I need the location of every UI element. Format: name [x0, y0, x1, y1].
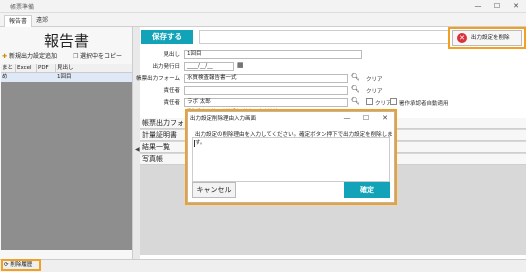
form-input[interactable]: 水質検査報告書一式 [184, 74, 348, 83]
left-pane: 報告書 ✚ 新規出力設定追加 ❐ 選択中をコピー まとめ Excel PDF 見出し… [0, 27, 133, 259]
table-row[interactable]: 1回目 [1, 73, 132, 82]
issue-date-input[interactable]: ____/__/__ [184, 62, 234, 71]
history-icon: ⟳ [4, 262, 9, 268]
field-label-issue-date: 出力発行日 [152, 64, 180, 70]
grid-empty-area [1, 82, 132, 250]
row-cells-empty [1, 73, 56, 82]
manager-input[interactable] [184, 86, 348, 95]
dialog-minimize-icon[interactable]: — [340, 113, 354, 123]
search-icon[interactable]: 🔍︎ [351, 97, 360, 105]
clear-button[interactable]: クリア [366, 75, 383, 83]
settings-grid: まとめ Excel PDF 見出し 1回目 [1, 64, 132, 250]
close-circle-icon: ✕ [457, 33, 467, 43]
copy-selected-label: 選択中をコピー [80, 53, 123, 60]
tab-other[interactable]: 遠郊 [32, 15, 52, 27]
dialog-close-icon[interactable]: ✕ [378, 113, 392, 123]
add-setting-button[interactable]: ✚ 新規出力設定追加 [2, 51, 57, 62]
splitter-arrow-icon[interactable]: ◀ [135, 146, 140, 153]
calendar-icon[interactable]: ▦ [237, 61, 244, 69]
plus-icon: ✚ [2, 53, 8, 60]
col-header-summary[interactable]: まとめ [1, 64, 16, 80]
text-caret [194, 140, 195, 147]
delete-reason-input[interactable] [192, 137, 390, 182]
copy-selected-button[interactable]: ❐ 選択中をコピー [73, 51, 122, 62]
title-bar: 帳票準備 — ☐ ✕ [0, 0, 526, 13]
col-header-pdf[interactable]: PDF [37, 64, 56, 72]
clear-checkbox[interactable] [366, 98, 373, 105]
save-button[interactable]: 保存する [141, 30, 193, 44]
delete-setting-button[interactable]: ✕ 出力設定を削除 [452, 30, 522, 46]
heading-input[interactable]: 1回目 [184, 50, 362, 59]
clear-button[interactable]: クリア [366, 87, 383, 95]
search-icon[interactable]: 🔍︎ [351, 85, 360, 93]
field-label-form: 帳票出力フォーム [136, 76, 180, 82]
delete-setting-label: 出力設定を削除 [471, 35, 510, 41]
tab-bar: 報告書 遠郊 [0, 13, 526, 27]
col-header-excel[interactable]: Excel [16, 64, 37, 72]
maximize-icon[interactable]: ☐ [490, 1, 504, 11]
grid-header: まとめ Excel PDF 見出し [1, 64, 132, 80]
field-label-manager: 責任者 [163, 88, 180, 94]
field-label-responsible: 責任者 [163, 100, 180, 106]
auto-apply-checkbox[interactable] [390, 98, 397, 105]
delete-history-button[interactable]: ⟳ 削除履歴 [4, 261, 32, 269]
confirm-button[interactable]: 確定 [344, 182, 390, 198]
responsible-input[interactable]: ラボ 太郎 [184, 98, 348, 107]
close-icon[interactable]: ✕ [509, 1, 523, 11]
minimize-icon[interactable]: — [471, 1, 485, 11]
dialog-maximize-icon[interactable]: ☐ [359, 113, 373, 123]
delete-history-label: 削除履歴 [10, 262, 33, 268]
cancel-button[interactable]: キャンセル [192, 182, 236, 198]
search-icon[interactable]: 🔍︎ [351, 73, 360, 81]
copy-icon: ❐ [73, 53, 79, 60]
page-title: 報告書 [43, 32, 89, 50]
add-setting-label: 新規出力設定追加 [9, 53, 58, 60]
dialog-title: 出力設定削除理由入力画面 [190, 116, 257, 122]
field-label-heading: 見出し [163, 52, 180, 58]
top-input-box[interactable] [199, 30, 449, 44]
auto-apply-label: 署作承認者自動適用 [399, 101, 449, 107]
status-bar [0, 259, 526, 272]
tab-report[interactable]: 報告書 [4, 15, 33, 27]
window-title: 帳票準備 [10, 4, 35, 11]
delete-reason-dialog: 出力設定削除理由入力画面 — ☐ ✕ 出力設定の削除理由を入力してください。確定… [187, 111, 395, 203]
